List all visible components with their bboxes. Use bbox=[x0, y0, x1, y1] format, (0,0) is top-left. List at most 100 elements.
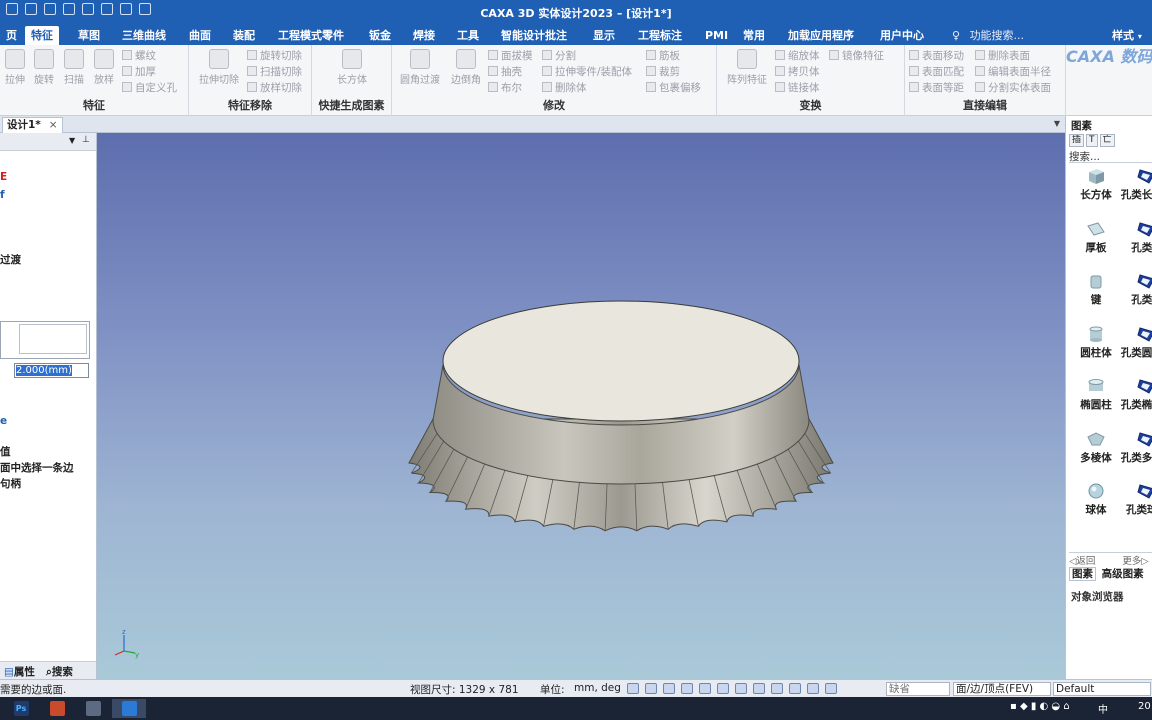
library-item-cylinder[interactable]: 圆柱体 bbox=[1069, 324, 1123, 359]
taskbar-photoshop[interactable]: Ps bbox=[4, 699, 38, 718]
tab-common[interactable]: 常用 bbox=[737, 26, 771, 45]
tab-display[interactable]: 显示 bbox=[587, 26, 621, 45]
tab-engineering-part[interactable]: 工程模式零件 bbox=[272, 26, 350, 45]
tab-feature[interactable]: 特征 bbox=[25, 26, 59, 45]
library-item-ellipse-cylinder[interactable]: 椭圆柱 bbox=[1069, 376, 1123, 411]
zoom-icon[interactable] bbox=[627, 683, 639, 694]
style-menu[interactable]: 样式 ▾ bbox=[1112, 26, 1142, 45]
3d-viewport[interactable]: z y bbox=[97, 133, 1065, 679]
tab-primitives[interactable]: 图素 bbox=[1069, 567, 1096, 581]
extrude-button[interactable]: 拉伸 bbox=[0, 49, 30, 86]
tab-assembly[interactable]: 装配 bbox=[227, 26, 261, 45]
thread-button[interactable]: 螺纹 bbox=[122, 49, 156, 64]
offset-face-button[interactable]: 表面等距 bbox=[909, 81, 964, 96]
document-tab[interactable]: 设计1* × bbox=[2, 117, 63, 133]
library-item-prism[interactable]: 多棱体 bbox=[1069, 429, 1123, 464]
rotate-icon[interactable] bbox=[681, 683, 693, 694]
tab-engineering-mark[interactable]: 工程标注 bbox=[632, 26, 688, 45]
split-button[interactable]: 分割 bbox=[542, 49, 576, 64]
camera-icon[interactable] bbox=[789, 683, 801, 694]
tab-3d-curve[interactable]: 三维曲线 bbox=[116, 26, 172, 45]
library-item-hole-box[interactable]: 孔类长方体 bbox=[1120, 166, 1152, 201]
library-item-hole-cylinder[interactable]: 孔类圆柱体 bbox=[1120, 324, 1152, 359]
close-icon[interactable]: × bbox=[49, 119, 58, 131]
copy-body-button[interactable]: 拷贝体 bbox=[775, 65, 820, 80]
scale-body-button[interactable]: 缩放体 bbox=[775, 49, 820, 64]
pick-mode-select[interactable]: 面/边/顶点(FEV) bbox=[953, 682, 1051, 696]
revolve-cut-button[interactable]: 旋转切除 bbox=[247, 49, 302, 64]
library-item-key[interactable]: 键 bbox=[1069, 271, 1123, 306]
move-face-button[interactable]: 表面移动 bbox=[909, 49, 964, 64]
library-search-input[interactable]: 搜索... bbox=[1069, 149, 1152, 163]
library-item-hole-prism[interactable]: 孔类多棱体 bbox=[1120, 429, 1152, 464]
more-button[interactable]: 更多▷ bbox=[1122, 556, 1148, 565]
tab-tools[interactable]: 工具 bbox=[451, 26, 485, 45]
pointer-icon[interactable] bbox=[807, 683, 819, 694]
taskbar-caxa[interactable] bbox=[112, 699, 146, 718]
boolean-button[interactable]: 布尔 bbox=[488, 81, 522, 96]
box-button[interactable]: 长方体 bbox=[332, 49, 372, 86]
tab-user-center[interactable]: 用户中心 bbox=[874, 26, 930, 45]
pin-icon[interactable]: ⊥ bbox=[82, 135, 90, 145]
taskbar-powerpoint[interactable] bbox=[40, 699, 74, 718]
render-icon[interactable] bbox=[753, 683, 765, 694]
draft-button[interactable]: 面拔模 bbox=[488, 49, 533, 64]
tab-sketch[interactable]: 草图 bbox=[72, 26, 106, 45]
tab-advanced-primitives[interactable]: 高级图素 bbox=[1100, 568, 1146, 580]
edit-face-radius-button[interactable]: 编辑表面半径 bbox=[975, 65, 1051, 80]
tab-sheet-metal[interactable]: 钣金 bbox=[363, 26, 397, 45]
chamfer-button[interactable]: 边倒角 bbox=[446, 49, 486, 86]
library-item-hole-sphere[interactable]: 孔类球体 bbox=[1120, 481, 1152, 516]
stretch-part-button[interactable]: 拉伸零件/装配体 bbox=[542, 65, 632, 80]
loft-button[interactable]: 放样 bbox=[89, 49, 119, 86]
zoom-window-icon[interactable] bbox=[645, 683, 657, 694]
rib-button[interactable]: 筋板 bbox=[646, 49, 680, 64]
link-body-button[interactable]: 链接体 bbox=[775, 81, 820, 96]
bottle-cap-model[interactable] bbox=[97, 133, 1065, 679]
cap-top-face[interactable] bbox=[442, 300, 800, 422]
ime-indicator[interactable]: 中 bbox=[1098, 701, 1108, 716]
library-item-plate[interactable]: 厚板 bbox=[1069, 219, 1123, 254]
library-item-sphere[interactable]: 球体 bbox=[1069, 481, 1123, 516]
view-orient-icon[interactable] bbox=[699, 683, 711, 694]
mirror-feature-button[interactable]: 镜像特征 bbox=[829, 49, 884, 64]
light-icon[interactable] bbox=[771, 683, 783, 694]
library-item-hole-plate[interactable]: 孔类板 bbox=[1120, 219, 1152, 254]
tab-welding[interactable]: 焊接 bbox=[407, 26, 441, 45]
style-select[interactable]: Default bbox=[1053, 682, 1151, 696]
pan-icon[interactable] bbox=[663, 683, 675, 694]
display-mode-icon[interactable] bbox=[717, 683, 729, 694]
back-button[interactable]: ◁返回 bbox=[1069, 556, 1095, 565]
sweep-button[interactable]: 扫描 bbox=[59, 49, 89, 86]
tab-properties[interactable]: ▤属性 bbox=[4, 664, 35, 679]
section-icon[interactable] bbox=[735, 683, 747, 694]
taskbar-calculator[interactable] bbox=[76, 699, 110, 718]
tab-smart-annotation[interactable]: 智能设计批注 bbox=[495, 26, 573, 45]
tab-pmi[interactable]: PMI bbox=[699, 26, 734, 45]
radius-input[interactable]: 2.000(mm) bbox=[14, 363, 89, 378]
delete-face-button[interactable]: 删除表面 bbox=[975, 49, 1030, 64]
chevron-down-icon[interactable]: ▼ bbox=[1054, 119, 1060, 128]
thicken-button[interactable]: 加厚 bbox=[122, 65, 156, 80]
match-face-button[interactable]: 表面匹配 bbox=[909, 65, 964, 80]
revolve-button[interactable]: 旋转 bbox=[29, 49, 59, 86]
select-icon[interactable] bbox=[825, 683, 837, 694]
tab-home[interactable]: 页 bbox=[0, 26, 23, 45]
tab-search[interactable]: ⌕搜索 bbox=[46, 664, 73, 679]
tab-surface[interactable]: 曲面 bbox=[183, 26, 217, 45]
library-item-hole-ellipse[interactable]: 孔类椭圆柱 bbox=[1120, 376, 1152, 411]
library-item-box[interactable]: 长方体 bbox=[1069, 166, 1123, 201]
loft-cut-button[interactable]: 放样切除 bbox=[247, 81, 302, 96]
pattern-feature-button[interactable]: 阵列特征 bbox=[723, 49, 771, 86]
chevron-down-icon[interactable]: ▼ bbox=[69, 136, 75, 145]
custom-hole-button[interactable]: 自定义孔 bbox=[122, 81, 177, 96]
feature-search-box[interactable]: ♀ 功能搜索... bbox=[952, 26, 1024, 45]
sweep-cut-button[interactable]: 扫描切除 bbox=[247, 65, 302, 80]
filter-select[interactable]: 缺省 bbox=[886, 682, 950, 696]
library-text-button[interactable]: T bbox=[1086, 134, 1098, 147]
delete-body-button[interactable]: 删除体 bbox=[542, 81, 587, 96]
tab-load-apps[interactable]: 加载应用程序 bbox=[782, 26, 860, 45]
library-folder-button[interactable]: 亡 bbox=[1099, 134, 1115, 147]
fillet-button[interactable]: 圆角过渡 bbox=[396, 49, 444, 86]
selection-list-box[interactable] bbox=[0, 321, 90, 359]
